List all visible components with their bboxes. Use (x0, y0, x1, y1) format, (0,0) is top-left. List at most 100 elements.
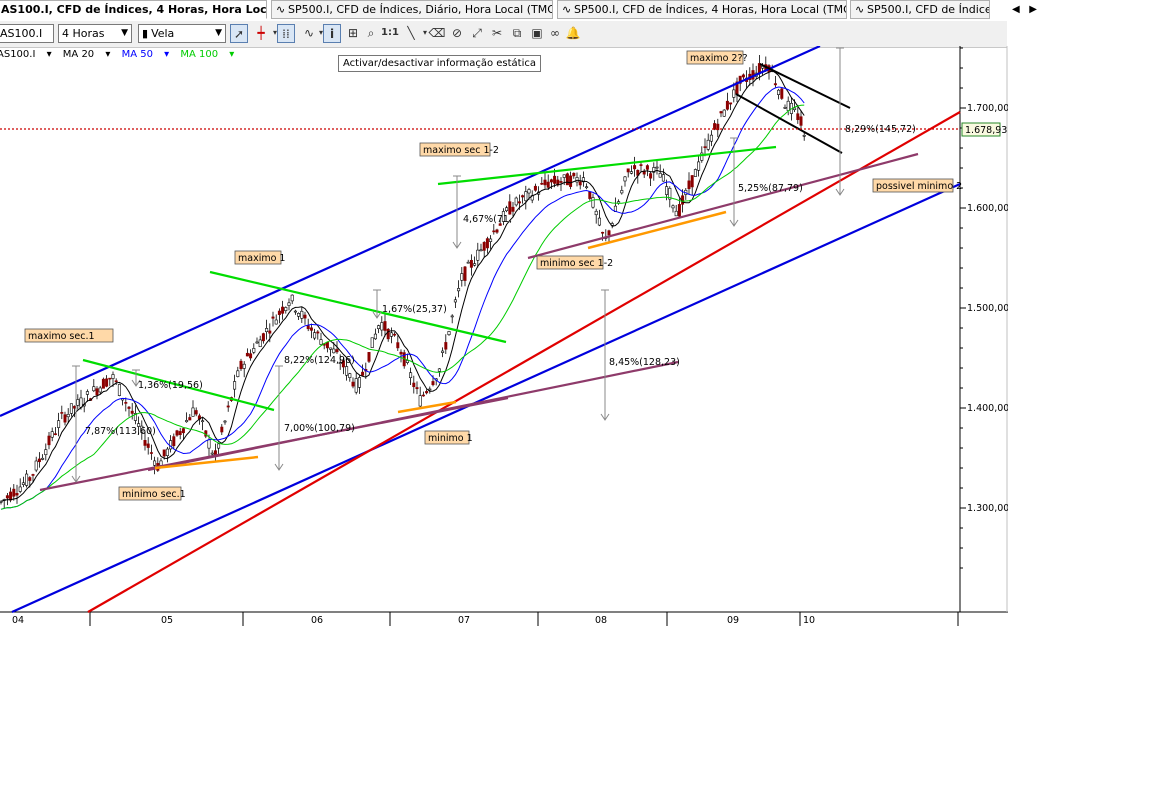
measure-label: 5,25%(87,79) (738, 183, 803, 194)
down-channel-upper (759, 63, 851, 109)
candle-body (377, 325, 381, 330)
tab-as100-4h[interactable]: AS100.I, CFD de Índices, 4 Horas, Hora L… (0, 0, 267, 19)
candle-body (319, 339, 323, 345)
candle-body (514, 197, 518, 206)
chevron-down-icon: ▼ (215, 28, 222, 38)
zoom-add-button[interactable]: ⊞ (344, 24, 362, 43)
candle-body (303, 314, 307, 319)
candle-body (249, 353, 253, 359)
candle-body (373, 333, 377, 340)
candle-body (293, 310, 297, 313)
candle-body (591, 197, 595, 208)
last-price-flag: 1.678,93 (961, 122, 1007, 137)
tools-icon[interactable]: ✂ (488, 24, 506, 43)
info-toggle-button[interactable]: i (323, 24, 341, 43)
timeframe-select[interactable]: 4 Horas ▼ (58, 24, 132, 43)
annotation-label: minimo sec.1 (122, 489, 186, 500)
tab-scroll-left-icon[interactable]: ◀ (1012, 4, 1020, 15)
candle-body (76, 399, 80, 406)
candle-body (476, 249, 480, 261)
candle-body (34, 460, 38, 471)
symbol-value: AS100.I (0, 27, 43, 40)
price-chart[interactable]: 1.700,00 1.600,00 1.500,00 1.400,00 1.300,00… (0, 46, 1008, 630)
candle-body (428, 388, 432, 391)
candle-body (485, 238, 489, 249)
candle-body (633, 165, 637, 170)
candle-body (47, 435, 51, 446)
candle-body (41, 457, 45, 460)
candle-body (127, 406, 131, 409)
candle-body (345, 366, 349, 376)
candle-body (418, 395, 422, 407)
eraser-icon[interactable]: ⌫ (428, 24, 446, 43)
annotation-label: maximo 2?? (690, 53, 748, 64)
candles (0, 55, 806, 509)
copy-icon[interactable]: ⧉ (508, 24, 526, 43)
measure-arrows (71, 47, 845, 483)
candle-body (469, 259, 473, 268)
template-icon[interactable]: ▣ (528, 24, 546, 43)
symbol-input[interactable]: AS100.I (0, 24, 54, 43)
alert-bell-icon[interactable]: 🔔 (564, 24, 582, 43)
candle-body (661, 174, 665, 182)
candle-body (620, 190, 624, 194)
candle-body (553, 175, 557, 184)
zoom-1-1-button[interactable]: 1:1 (380, 24, 400, 43)
candle-body (405, 360, 409, 363)
candle-body (447, 331, 451, 336)
annotation-label: maximo sec 1-2 (423, 145, 499, 156)
grid-toggle-button[interactable]: ⁞⁞ (277, 24, 295, 43)
candle-body (463, 266, 467, 281)
chart-type-select[interactable]: ▮ Vela ▼ (138, 24, 226, 43)
candle-body (60, 412, 64, 414)
candle-body (540, 182, 544, 185)
candle-body (220, 426, 224, 433)
zoom-icon[interactable]: ⌕ (362, 24, 380, 43)
candle-body (578, 181, 582, 186)
candle-body (370, 337, 374, 348)
candle-body (194, 410, 198, 415)
candle-body (284, 307, 288, 311)
pattern-icon[interactable]: ⊘ (448, 24, 466, 43)
candle-body (181, 428, 185, 434)
fibonacci-icon[interactable]: ⤢ (468, 24, 486, 43)
candle-body (533, 185, 537, 191)
candle-body (482, 242, 486, 251)
candle-body (268, 330, 272, 334)
candle-body (773, 83, 777, 86)
candle-body (255, 341, 259, 344)
candle-body (172, 436, 176, 447)
candle-body (73, 405, 77, 409)
candle-body (130, 410, 134, 414)
candle-body (287, 302, 291, 306)
tab-sp500-other[interactable]: ∿ SP500.I, CFD de Índice (850, 0, 990, 19)
candle-body (671, 205, 675, 209)
candle-body (693, 169, 697, 177)
tab-sp500-daily[interactable]: ∿ SP500.I, CFD de Índices, Diário, Hora L… (271, 0, 553, 19)
cursor-button[interactable]: ➚ (230, 24, 248, 43)
candle-body (594, 210, 598, 216)
tab-scroll-right-icon[interactable]: ▶ (1029, 4, 1037, 15)
candle-body (412, 382, 416, 388)
candle-body (143, 440, 147, 446)
candle-body (665, 186, 669, 195)
tab-label: SP500.I, CFD de Índices, 4 Horas, Hora L… (574, 3, 847, 16)
candle-body (783, 107, 787, 109)
annotation-label: maximo sec.1 (28, 331, 95, 342)
candle-body (306, 325, 310, 330)
candle-body (98, 387, 102, 393)
candle-body (521, 195, 525, 198)
tab-sp500-4h[interactable]: ∿ SP500.I, CFD de Índices, 4 Horas, Hora … (557, 0, 847, 19)
candle-body (44, 449, 48, 456)
candle-body (457, 288, 461, 292)
candle-body (495, 229, 499, 233)
measure-label: 4,67%(71, (463, 214, 512, 225)
candle-body (265, 328, 269, 333)
candle-body (210, 452, 214, 455)
candle-body (300, 310, 304, 319)
link-icon[interactable]: ∞ (546, 24, 564, 43)
annotation-label: possivel minimo 2 (876, 181, 962, 192)
candle-body (421, 394, 425, 397)
candle-body (444, 342, 448, 350)
candle-body (677, 204, 681, 217)
